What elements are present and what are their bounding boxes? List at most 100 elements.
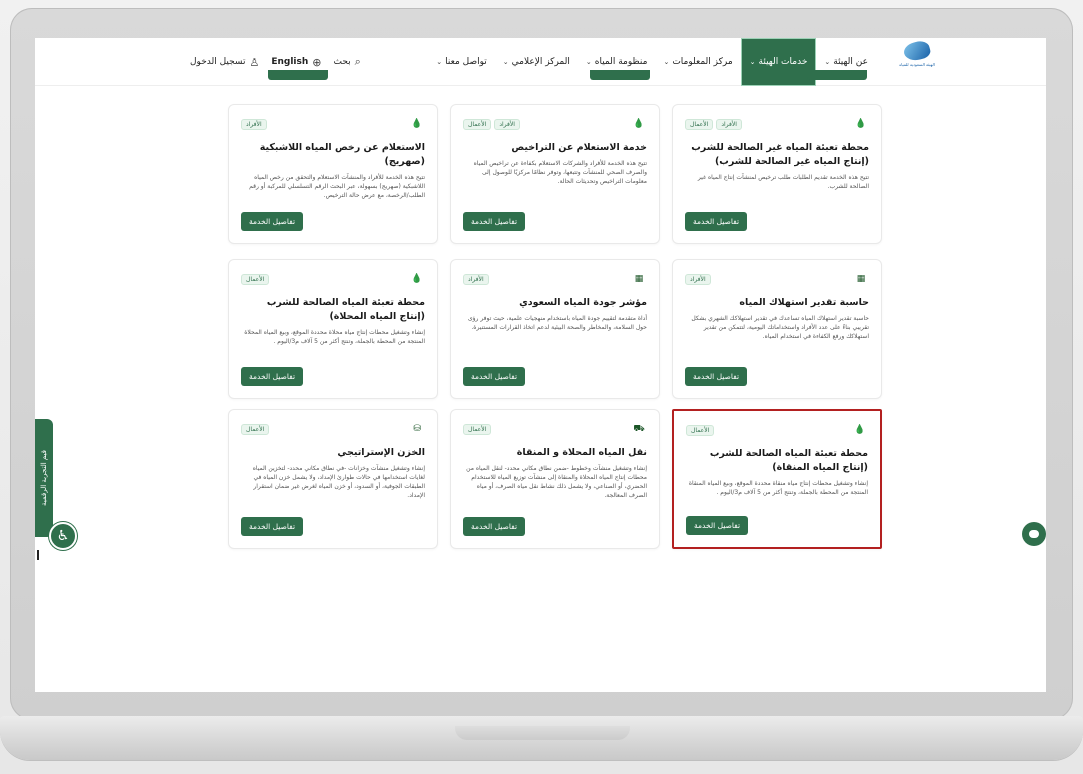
site-logo[interactable]: الهيئة السعودية للمياه xyxy=(888,38,946,80)
audience-tags: الأفراد xyxy=(241,118,267,130)
service-card[interactable]: 💧 الأعمال محطة تعبئة المياه الصالحة للشرب … xyxy=(672,409,882,549)
service-description: تتيح هذه الخدمة للأفراد والشركات الاستعل… xyxy=(473,160,647,185)
audience-tags: الأعمال xyxy=(686,424,715,436)
audience-tags: الأعمال xyxy=(463,423,492,435)
nav-item-label: عن الهيئة xyxy=(833,57,868,67)
service-details-button[interactable]: تفاصيل الخدمة xyxy=(685,212,748,231)
service-card[interactable]: 💧 الأفراد الاستعلام عن رخص المياه اللاشبكي… xyxy=(228,104,438,244)
chat-bubble-icon xyxy=(1029,530,1039,538)
service-card[interactable]: ▦ الأفراد حاسبة تقدير استهلاك المياه حاسبة … xyxy=(672,259,882,399)
drop-icon: 💧 xyxy=(633,119,645,129)
card-header: 💧 الأفراد الأعمال xyxy=(685,115,869,133)
service-title: محطة تعبئة المياه الصالحة للشرب (إنتاج ا… xyxy=(266,297,425,322)
search-label: بحث xyxy=(333,57,351,67)
card-header: ▦ الأفراد xyxy=(463,270,647,288)
card-header: ▦ الأفراد xyxy=(685,270,869,288)
text-cursor xyxy=(37,550,39,560)
audience-tags: الأفراد الأعمال xyxy=(463,118,520,130)
service-description: أداة متقدمة لتقييم جودة المياه باستخدام … xyxy=(467,315,647,331)
nav-item-contact[interactable]: تواصل معنا ⌄ xyxy=(428,49,494,75)
laptop-notch xyxy=(455,726,630,740)
card-header: 💧 الأفراد xyxy=(241,115,425,133)
chevron-down-icon: ⌄ xyxy=(436,58,443,66)
logo-mark-icon xyxy=(902,38,932,64)
search-button[interactable]: ⌕ بحث xyxy=(334,55,361,69)
previous-row-button-peek xyxy=(268,70,328,80)
previous-row-button-peek xyxy=(807,70,867,80)
nav-item-services[interactable]: خدمات الهيئة ⌄ xyxy=(740,38,817,86)
service-title: الاستعلام عن رخص المياه اللاشبكية (صهريج… xyxy=(259,142,425,167)
login-label: تسجيل الدخول xyxy=(190,57,246,67)
service-title: محطة تعبئة المياه الصالحة للشرب (إنتاج ا… xyxy=(709,448,868,473)
service-card[interactable]: ▦ الأفراد مؤشر جودة المياه السعودي أداة متق… xyxy=(450,259,660,399)
service-description: إنشاء وتشغيل منشآت وخطوط -ضمن نطاق مكاني… xyxy=(466,465,647,499)
nav-item-label: تواصل معنا xyxy=(445,57,487,67)
audience-tag: الأفراد xyxy=(494,118,520,130)
card-header: 💧 الأعمال xyxy=(241,270,425,288)
nav-item-label: المركز الإعلامي xyxy=(511,57,570,67)
drop-icon: 💧 xyxy=(411,119,423,129)
nav-item-label: خدمات الهيئة xyxy=(758,57,808,67)
chevron-down-icon: ⌄ xyxy=(824,58,831,66)
site-header: الهيئة السعودية للمياه عن الهيئة ⌄ خدمات… xyxy=(35,38,1046,86)
card-header: ⛁ الأعمال xyxy=(241,420,425,438)
service-description: إنشاء وتشغيل محطات إنتاج مياه محلاة محدد… xyxy=(244,329,425,345)
digital-experience-feedback-tab[interactable]: قيم التجربة الرقمية xyxy=(35,419,53,537)
accessibility-icon: ♿ xyxy=(56,528,70,544)
globe-icon: ⊕ xyxy=(312,55,322,69)
chevron-down-icon: ⌄ xyxy=(663,58,670,66)
audience-tag: الأفراد xyxy=(241,118,267,130)
chevron-down-icon: ⌄ xyxy=(502,58,509,66)
audience-tag: الأعمال xyxy=(685,118,714,130)
service-details-button[interactable]: تفاصيل الخدمة xyxy=(685,367,748,386)
service-card[interactable]: 💧 الأعمال محطة تعبئة المياه الصالحة للشرب … xyxy=(228,259,438,399)
feedback-label: قيم التجربة الرقمية xyxy=(40,449,48,507)
service-card[interactable]: 💧 الأفراد الأعمال خدمة الاستعلام عن التراخي… xyxy=(450,104,660,244)
truck-icon: ⛟ xyxy=(633,423,645,434)
audience-tag: الأفراد xyxy=(463,273,489,285)
service-details-button[interactable]: تفاصيل الخدمة xyxy=(463,517,526,536)
service-description: تتيح هذه الخدمة للأفراد والمنشآت الاستعل… xyxy=(249,174,425,199)
audience-tag: الأفراد xyxy=(716,118,742,130)
service-card[interactable]: ⛟ الأعمال نقل المياه المحلاة و المنقاة إنشا… xyxy=(450,409,660,549)
audience-tag: الأعمال xyxy=(241,273,270,285)
service-card[interactable]: 💧 الأفراد الأعمال محطة تعبئة المياه غير الص… xyxy=(672,104,882,244)
card-header: 💧 الأعمال xyxy=(686,421,868,439)
service-details-button[interactable]: تفاصيل الخدمة xyxy=(463,212,526,231)
card-header: ⛟ الأعمال xyxy=(463,420,647,438)
audience-tag: الأفراد xyxy=(685,273,711,285)
service-title: خدمة الاستعلام عن التراخيص xyxy=(511,142,647,153)
user-icon: ♙ xyxy=(249,55,260,69)
login-button[interactable]: ♙ تسجيل الدخول xyxy=(190,56,259,69)
services-grid: 💧 الأفراد الأعمال محطة تعبئة المياه غير الص… xyxy=(212,104,882,549)
service-title: الخزن الإستراتيجي xyxy=(337,447,425,458)
chevron-down-icon: ⌄ xyxy=(585,58,592,66)
audience-tag: الأعمال xyxy=(686,424,715,436)
accessibility-button[interactable]: ♿ xyxy=(49,522,77,550)
service-description: حاسبة تقدير استهلاك المياه تساعدك في تقد… xyxy=(691,315,869,340)
drop-icon: 💧 xyxy=(411,274,423,284)
service-description: إنشاء وتشغيل منشآت وخزانات -في نطاق مكان… xyxy=(252,465,425,499)
audience-tag: الأعمال xyxy=(463,118,492,130)
audience-tag: الأعمال xyxy=(241,423,270,435)
nav-item-information-center[interactable]: مركز المعلومات ⌄ xyxy=(655,49,740,75)
audience-tag: الأعمال xyxy=(463,423,492,435)
audience-tags: الأعمال xyxy=(241,273,270,285)
service-details-button[interactable]: تفاصيل الخدمة xyxy=(241,367,304,386)
service-details-button[interactable]: تفاصيل الخدمة xyxy=(241,212,304,231)
search-icon: ⌕ xyxy=(354,55,361,68)
service-title: محطة تعبئة المياه غير الصالحة للشرب (إنت… xyxy=(691,142,869,167)
service-details-button[interactable]: تفاصيل الخدمة xyxy=(241,517,304,536)
language-button[interactable]: ⊕ English xyxy=(271,56,321,69)
nav-item-label: منظومة المياه xyxy=(594,57,648,67)
service-details-button[interactable]: تفاصيل الخدمة xyxy=(463,367,526,386)
drop-icon: 💧 xyxy=(854,425,866,435)
language-label: English xyxy=(271,57,309,67)
storage-icon: ⛁ xyxy=(413,424,421,434)
service-card[interactable]: ⛁ الأعمال الخزن الإستراتيجي إنشاء وتشغيل من… xyxy=(228,409,438,549)
audience-tags: الأعمال xyxy=(241,423,270,435)
calculator-icon: ▦ xyxy=(856,274,866,284)
nav-item-media-center[interactable]: المركز الإعلامي ⌄ xyxy=(495,49,578,75)
service-details-button[interactable]: تفاصيل الخدمة xyxy=(686,516,749,535)
chat-button[interactable] xyxy=(1022,522,1046,546)
